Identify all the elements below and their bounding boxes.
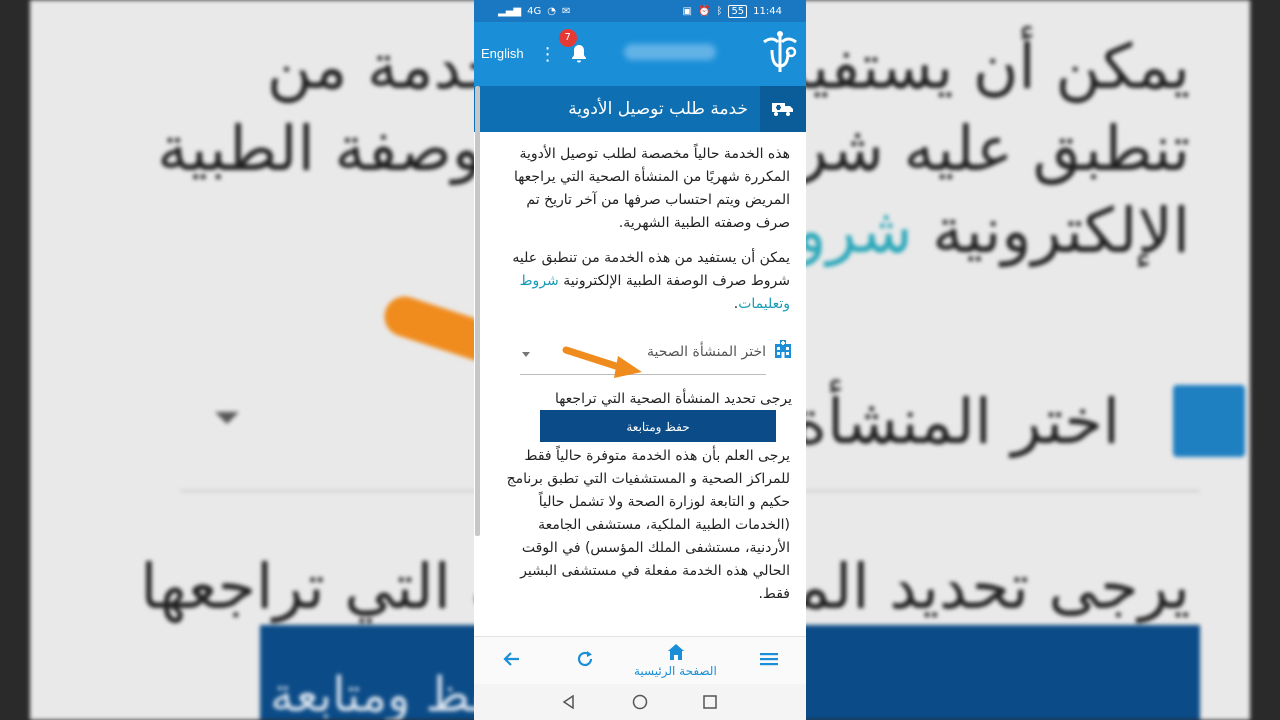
intro-paragraph: هذه الخدمة حالياً مخصصة لطلب توصيل الأدو… — [513, 146, 790, 231]
home-nav-label: الصفحة الرئيسية — [634, 664, 717, 678]
bluetooth-icon: ᛒ — [716, 5, 723, 17]
system-recents-icon[interactable] — [703, 695, 717, 709]
battery-level: 55 — [728, 4, 748, 18]
wifi-icon: ◔ — [547, 5, 556, 17]
bottom-nav: الصفحة الرئيسية — [474, 636, 806, 685]
bg-caret — [215, 412, 239, 424]
blurred-user-name — [624, 44, 716, 60]
main-content: هذه الخدمة حالياً مخصصة لطلب توصيل الأدو… — [474, 132, 806, 632]
truck-icon — [772, 103, 793, 116]
refresh-icon[interactable] — [575, 649, 595, 669]
notification-badge: 7 — [558, 29, 577, 47]
truck-icon-box — [760, 86, 806, 132]
status-left: ▂▄▆ 4G ◔ ✉ — [498, 6, 570, 17]
message-icon: ✉ — [561, 5, 571, 17]
availability-paragraph: يرجى العلم بأن هذه الخدمة متوفرة حالياً … — [506, 448, 790, 602]
facility-select-placeholder: اختر المنشأة الصحية — [646, 344, 766, 360]
section-title: خدمة طلب توصيل الأدوية — [568, 99, 748, 119]
app-bar: English ⋮ 7 — [474, 22, 806, 86]
alarm-icon: ⏰ — [697, 5, 711, 17]
status-bar: ▂▄▆ 4G ◔ ✉ ▣ ⏰ ᛒ 55 11:44 — [474, 0, 806, 22]
kebab-menu-icon[interactable]: ⋮ — [539, 44, 557, 65]
language-toggle-button[interactable]: English — [474, 36, 531, 72]
bg-hospital-icon — [1173, 385, 1245, 457]
network-label: 4G — [527, 5, 542, 17]
orange-pointer-arrow — [562, 346, 642, 378]
chevron-down-icon — [522, 352, 530, 357]
phone-screen: ▂▄▆ 4G ◔ ✉ ▣ ⏰ ᛒ 55 11:44 English ⋮ 7 خد… — [474, 0, 806, 720]
notification-button[interactable]: 7 — [558, 29, 591, 66]
hospital-icon — [775, 340, 791, 358]
status-right: ▣ ⏰ ᛒ 55 11:44 — [682, 4, 782, 18]
save-continue-button[interactable]: حفظ ومتابعة — [540, 410, 776, 442]
health-logo-icon — [763, 31, 797, 72]
facility-hint: يرجى تحديد المنشأة الصحية التي تراجعها — [554, 391, 792, 407]
eligibility-paragraph: يمكن أن يستفيد من هذه الخدمة من تنطبق عل… — [512, 250, 790, 312]
hamburger-menu-icon[interactable] — [760, 650, 778, 668]
home-icon — [668, 644, 684, 660]
back-arrow-icon[interactable] — [502, 649, 522, 669]
clock: 11:44 — [753, 5, 782, 17]
signal-icon: ▂▄▆ — [498, 5, 522, 17]
home-nav-item[interactable]: الصفحة الرئيسية — [624, 637, 724, 685]
system-nav-bar — [474, 684, 806, 720]
system-home-icon[interactable] — [632, 694, 648, 710]
nfc-icon: ▣ — [682, 5, 692, 17]
system-back-icon[interactable] — [562, 695, 576, 709]
section-header: خدمة طلب توصيل الأدوية — [474, 86, 806, 132]
